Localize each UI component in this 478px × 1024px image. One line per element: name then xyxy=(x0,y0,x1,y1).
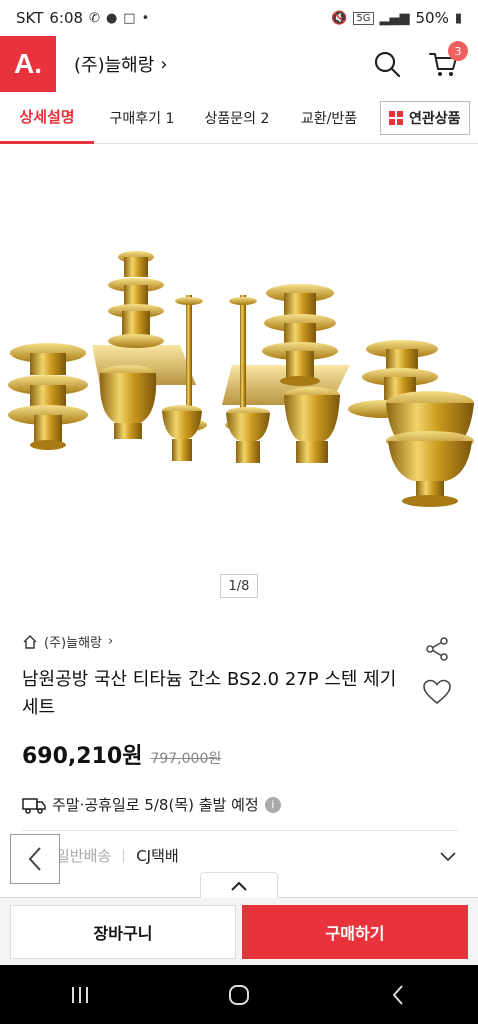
search-icon xyxy=(374,51,401,78)
tab-related-label: 연관상품 xyxy=(409,110,461,127)
mute-icon: 🔇 xyxy=(331,10,348,26)
tab-details[interactable]: 상세설명 xyxy=(0,92,94,144)
screen-icon: □ xyxy=(123,10,136,26)
image-counter: 1/8 xyxy=(220,574,258,598)
divider xyxy=(123,848,125,863)
back-button[interactable] xyxy=(10,834,60,884)
truck-icon xyxy=(22,797,46,814)
cart-button[interactable]: 3 xyxy=(426,41,468,81)
tab-qna[interactable]: 상품문의 2 xyxy=(190,92,284,144)
network-label: 5G xyxy=(353,11,374,25)
delivery-text: 주말·공휴일로 5/8(목) 출발 예정 xyxy=(52,796,259,814)
grid-icon xyxy=(389,110,403,125)
home-icon xyxy=(23,634,37,649)
tab-related-products[interactable]: 연관상품 xyxy=(380,100,470,135)
share-button[interactable] xyxy=(424,636,450,662)
wishlist-button[interactable] xyxy=(422,678,452,706)
chat-icon: ● xyxy=(105,10,118,26)
brass-ritual-set-image xyxy=(8,251,474,507)
tab-exchange-return[interactable]: 교환/반품 xyxy=(284,92,374,144)
back-icon xyxy=(392,984,404,1005)
chevron-down-icon xyxy=(440,851,456,861)
call-icon: ✆ xyxy=(89,10,100,26)
signal-icon: ▂▄▆ xyxy=(379,10,410,26)
info-icon[interactable]: i xyxy=(264,796,281,813)
store-name-link[interactable]: (주)늘해랑 › xyxy=(74,51,168,77)
shipping-carrier: CJ택배 xyxy=(136,847,179,865)
status-bar: SKT 6:08 ✆ ● □ • 🔇 5G ▂▄▆ 50% ▮ xyxy=(0,0,478,36)
chevron-up-icon xyxy=(231,881,247,891)
recent-apps-icon xyxy=(71,986,88,1003)
product-tabs: 상세설명 구매후기 1 상품문의 2 교환/반품 연관상품 xyxy=(0,92,478,144)
product-title: 남원공방 국산 티타늄 간소 BS2.0 27P 스텐 제기 세트 xyxy=(22,669,397,718)
home-circle-icon xyxy=(228,984,249,1005)
battery-percent: 50% xyxy=(415,9,449,27)
heart-icon xyxy=(423,679,451,705)
system-nav-bar xyxy=(0,965,478,1024)
tab-reviews[interactable]: 구매후기 1 xyxy=(94,92,190,144)
delivery-info: 주말·공휴일로 5/8(목) 출발 예정 i xyxy=(22,794,281,815)
bottom-action-bar: 장바구니 구매하기 xyxy=(0,897,478,965)
carrier-label: SKT xyxy=(16,9,44,27)
cart-count-badge: 3 xyxy=(448,41,468,61)
add-to-cart-button[interactable]: 장바구니 xyxy=(10,904,236,959)
recent-apps-button[interactable] xyxy=(60,975,100,1015)
store-breadcrumb[interactable]: (주)늘해랑 › xyxy=(22,632,113,651)
breadcrumb-store-name: (주)늘해랑 xyxy=(44,636,102,651)
share-icon xyxy=(426,637,448,661)
home-button[interactable] xyxy=(219,975,259,1015)
search-button[interactable] xyxy=(370,47,404,81)
price-row: 690,210원 797,000원 xyxy=(22,738,221,770)
product-image[interactable] xyxy=(0,145,478,615)
sale-price: 690,210원 xyxy=(22,744,143,769)
shipping-type: 일반배송 xyxy=(56,847,112,865)
store-name: (주)늘해랑 xyxy=(74,55,155,76)
chevron-left-icon xyxy=(28,847,41,871)
chevron-right-icon: › xyxy=(160,53,168,75)
buy-now-button[interactable]: 구매하기 xyxy=(242,904,468,959)
app-header: A. (주)늘해랑 › 3 xyxy=(0,36,478,92)
dot-icon: • xyxy=(141,10,150,26)
battery-icon: ▮ xyxy=(454,10,462,26)
system-back-button[interactable] xyxy=(378,975,418,1015)
app-logo[interactable]: A. xyxy=(0,36,56,92)
clock: 6:08 xyxy=(49,9,84,27)
expand-options-handle[interactable] xyxy=(200,872,278,898)
chevron-right-icon: › xyxy=(107,634,114,649)
original-price: 797,000원 xyxy=(150,751,222,767)
